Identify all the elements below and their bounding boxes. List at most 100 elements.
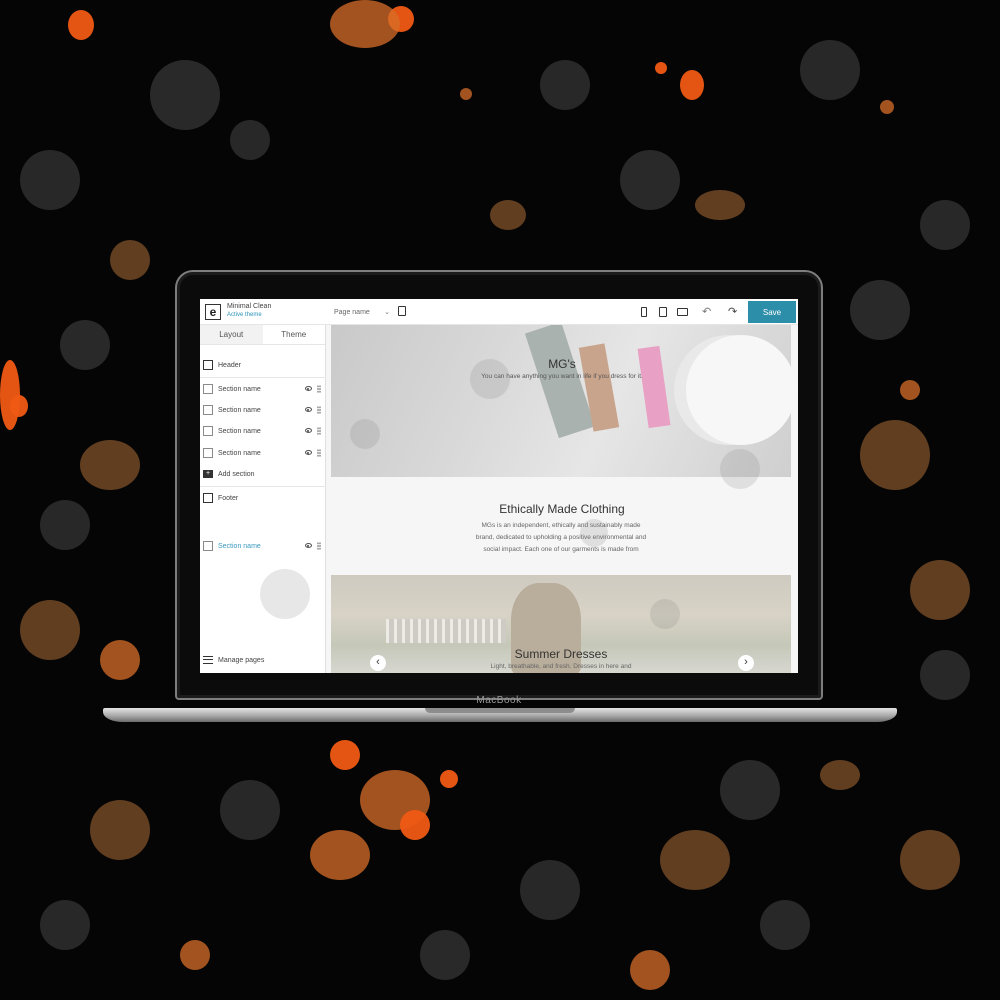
- sidebar-item-label: Section name: [218, 427, 261, 435]
- document-icon[interactable]: [398, 306, 406, 316]
- chevron-right-icon[interactable]: ›: [738, 655, 754, 671]
- eye-icon[interactable]: [305, 543, 312, 548]
- about-text: MGs is an independent, ethically and sus…: [466, 520, 656, 556]
- splatter-dot: [760, 900, 810, 950]
- mobile-icon[interactable]: [641, 307, 647, 317]
- section-checkbox[interactable]: [203, 426, 213, 436]
- sidebar-item-label: Section name: [218, 542, 261, 550]
- manage-pages-label: Manage pages: [218, 656, 265, 664]
- splatter-dot: [330, 0, 400, 48]
- splatter-dot: [680, 70, 704, 100]
- banner-section[interactable]: Summer Dresses Light, breathable, and fr…: [331, 575, 791, 673]
- laptop-screen: e Minimal Clean Active theme Page name ⌄…: [200, 299, 798, 673]
- laptop-notch: [425, 708, 575, 713]
- editor-topbar: e Minimal Clean Active theme Page name ⌄…: [200, 299, 798, 325]
- manage-pages-button[interactable]: Manage pages: [200, 652, 326, 668]
- laptop-brand-label: MacBook: [476, 695, 522, 706]
- logo-icon: e: [205, 303, 221, 320]
- theme-name: Minimal Clean: [227, 303, 272, 311]
- save-button[interactable]: Save: [748, 301, 796, 323]
- theme-status: Active theme: [227, 312, 262, 319]
- section-checkbox[interactable]: [203, 448, 213, 458]
- section-checkbox[interactable]: [203, 541, 213, 551]
- editor-sidebar: Layout Theme Header Section name Section…: [200, 325, 326, 673]
- splatter-dot: [20, 150, 80, 210]
- about-title: Ethically Made Clothing: [499, 502, 625, 516]
- splatter-dot: [310, 830, 370, 880]
- splatter-dot: [910, 560, 970, 620]
- section-checkbox[interactable]: [203, 405, 213, 415]
- tablet-icon[interactable]: [659, 307, 667, 317]
- splatter-dot: [230, 120, 270, 160]
- drag-handle-icon[interactable]: [317, 427, 321, 435]
- banner-title: Summer Dresses: [514, 647, 608, 661]
- splatter-dot: [440, 770, 458, 788]
- sidebar-divider: [200, 377, 326, 378]
- tab-theme[interactable]: Theme: [263, 325, 326, 344]
- splatter-dot: [900, 830, 960, 890]
- desktop-icon[interactable]: [677, 308, 688, 316]
- eye-icon[interactable]: [305, 428, 312, 433]
- splatter-dot: [420, 930, 470, 980]
- splatter-dot: [180, 940, 210, 970]
- drag-handle-icon[interactable]: [317, 449, 321, 457]
- drag-handle-icon[interactable]: [317, 542, 321, 550]
- sidebar-item-section[interactable]: Section name: [200, 445, 326, 461]
- drag-handle-icon[interactable]: [317, 406, 321, 414]
- splatter-dot: [40, 900, 90, 950]
- splatter-dot: [900, 380, 920, 400]
- sidebar-item-header[interactable]: Header: [200, 357, 326, 373]
- chevron-left-icon[interactable]: ‹: [370, 655, 386, 671]
- splatter-dot: [220, 780, 280, 840]
- splatter-dot: [90, 800, 150, 860]
- page-select-value: Page name: [334, 308, 370, 316]
- sidebar-item-section[interactable]: Section name: [200, 402, 326, 418]
- splatter-dot: [100, 640, 140, 680]
- drag-handle-icon[interactable]: [317, 385, 321, 393]
- plus-icon: +: [203, 470, 213, 478]
- banner-image-fence: [386, 619, 506, 643]
- splatter-dot: [920, 650, 970, 700]
- add-section-button[interactable]: + Add section: [200, 466, 326, 482]
- eye-icon[interactable]: [305, 386, 312, 391]
- hero-subtitle: You can have anything you want in life i…: [481, 373, 643, 380]
- sidebar-item-section[interactable]: Section name: [200, 381, 326, 397]
- redo-icon[interactable]: ↷: [728, 305, 737, 318]
- splatter-dot: [68, 10, 94, 40]
- splatter-dot: [540, 60, 590, 110]
- sidebar-divider: [200, 486, 326, 487]
- hero-image-plate: [686, 335, 796, 445]
- splatter-dot: [655, 62, 667, 74]
- tab-layout[interactable]: Layout: [200, 325, 263, 344]
- sidebar-item-footer[interactable]: Footer: [200, 490, 326, 506]
- splatter-dot: [20, 600, 80, 660]
- about-text-line: brand, dedicated to upholding a positive…: [475, 534, 647, 541]
- splatter-dot: [800, 40, 860, 100]
- page-select[interactable]: Page name ⌄: [334, 305, 390, 319]
- splatter-dot: [460, 88, 472, 100]
- splatter-dot: [920, 200, 970, 250]
- eye-icon[interactable]: [305, 450, 312, 455]
- splatter-dot: [60, 320, 110, 370]
- sidebar-tabs: Layout Theme: [200, 325, 325, 345]
- splatter-dot: [330, 740, 360, 770]
- splatter-dot: [490, 200, 526, 230]
- eye-icon[interactable]: [305, 407, 312, 412]
- splatter-dot: [80, 440, 140, 490]
- undo-icon[interactable]: ↶: [702, 305, 711, 318]
- hero-section[interactable]: [331, 325, 796, 477]
- sidebar-item-label: Footer: [218, 494, 239, 502]
- splatter-dot: [400, 810, 430, 840]
- splatter-dot: [860, 420, 930, 490]
- theme-info: Minimal Clean Active theme: [227, 303, 271, 319]
- sidebar-item-label: Section name: [218, 385, 261, 393]
- splatter-dot: [630, 950, 670, 990]
- sidebar-item-section[interactable]: Section name: [200, 423, 326, 439]
- splatter-dot: [820, 760, 860, 790]
- splatter-dot: [40, 500, 90, 550]
- splatter-dot: [720, 760, 780, 820]
- about-text-line: social impact. Each one of our garments …: [483, 546, 639, 553]
- section-checkbox[interactable]: [203, 384, 213, 394]
- add-section-label: Add section: [218, 470, 255, 478]
- sidebar-item-section-selected[interactable]: Section name: [200, 538, 326, 554]
